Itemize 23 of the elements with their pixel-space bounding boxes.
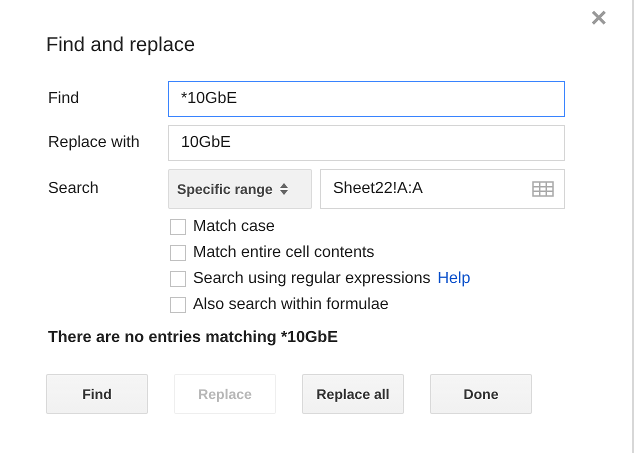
text-field[interactable]: *10GbE — [168, 81, 565, 117]
checkbox[interactable] — [170, 297, 186, 313]
option-label: Also search within formulae — [193, 296, 389, 314]
dialog-button[interactable]: Find — [46, 374, 148, 414]
dialog-button[interactable]: Done — [430, 374, 532, 414]
field-label: Find — [47, 90, 80, 108]
option-label: Match entire cell contents — [193, 244, 374, 262]
text-field[interactable]: 10GbE — [168, 125, 565, 161]
option-label: Search using regular expressions — [193, 270, 430, 288]
dialog-button[interactable]: Replace all — [302, 374, 404, 414]
option-label: Match case — [193, 218, 275, 236]
help-link[interactable]: Help — [437, 270, 470, 288]
sort-arrows-icon — [278, 182, 289, 196]
field-label: Replace with — [47, 134, 141, 152]
checkbox[interactable] — [170, 271, 186, 287]
scope-dropdown[interactable]: Specific range — [168, 169, 312, 209]
checkbox[interactable] — [170, 219, 186, 235]
dialog-title: Find and replace — [46, 34, 196, 57]
status-message: There are no entries matching *10GbE — [48, 329, 339, 347]
field-label: Search — [47, 180, 100, 198]
grid-icon — [532, 181, 554, 197]
checkbox[interactable] — [170, 245, 186, 261]
range-field[interactable]: Sheet22!A:A — [320, 169, 565, 209]
